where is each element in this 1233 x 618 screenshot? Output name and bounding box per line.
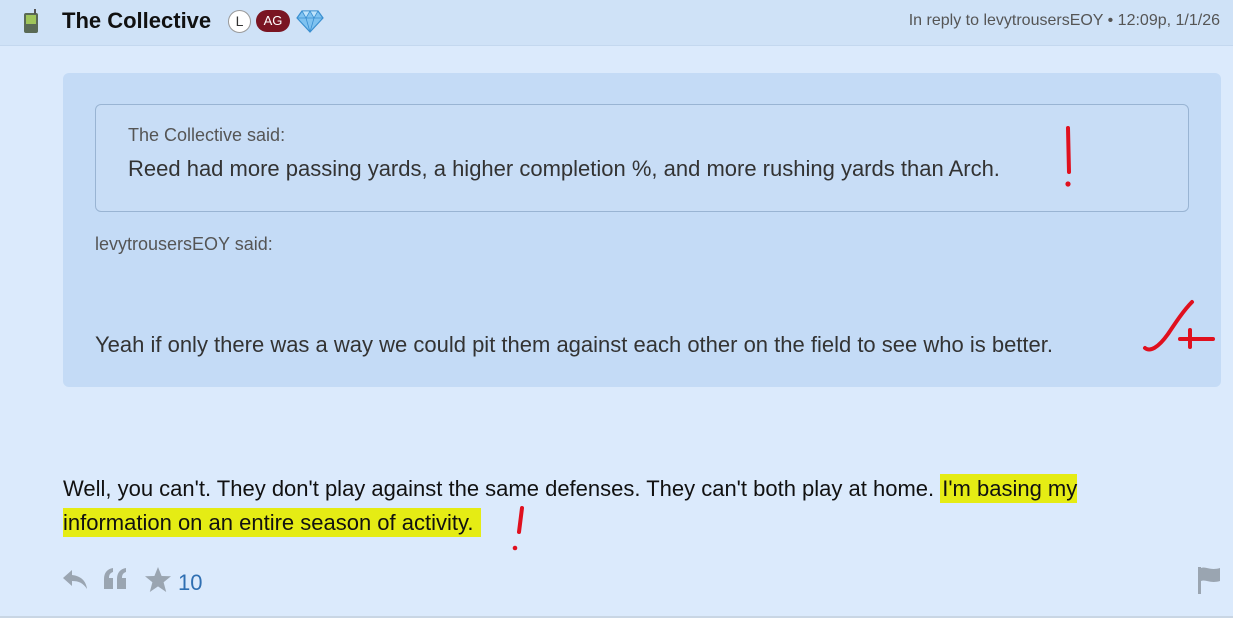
inner-quote-text: Reed had more passing yards, a higher co…	[128, 156, 1000, 181]
badge-ag[interactable]: AG	[256, 10, 290, 32]
device-icon	[24, 9, 38, 33]
star-icon[interactable]	[144, 566, 172, 594]
post-text: Well, you can't. They don't play against…	[63, 476, 941, 501]
reply-meta[interactable]: In reply to levytrousersEOY • 12:09p, 1/…	[909, 12, 1220, 30]
post-header: The Collective L AG In reply to levytrou…	[0, 0, 1233, 46]
inner-quote-author[interactable]: The Collective said:	[128, 125, 285, 146]
flag-icon[interactable]	[1196, 566, 1222, 594]
badge-l[interactable]: L	[228, 10, 251, 33]
outer-quote-text: Yeah if only there was a way we could pi…	[95, 332, 1053, 357]
reply-icon[interactable]	[62, 568, 88, 590]
author-name[interactable]: The Collective	[62, 8, 211, 34]
outer-quote-author[interactable]: levytrousersEOY said:	[95, 234, 273, 255]
like-count[interactable]: 10	[178, 570, 202, 596]
post-body: Well, you can't. They don't play against…	[63, 472, 1173, 540]
gem-icon[interactable]	[296, 9, 324, 33]
quote-icon[interactable]	[102, 567, 128, 591]
